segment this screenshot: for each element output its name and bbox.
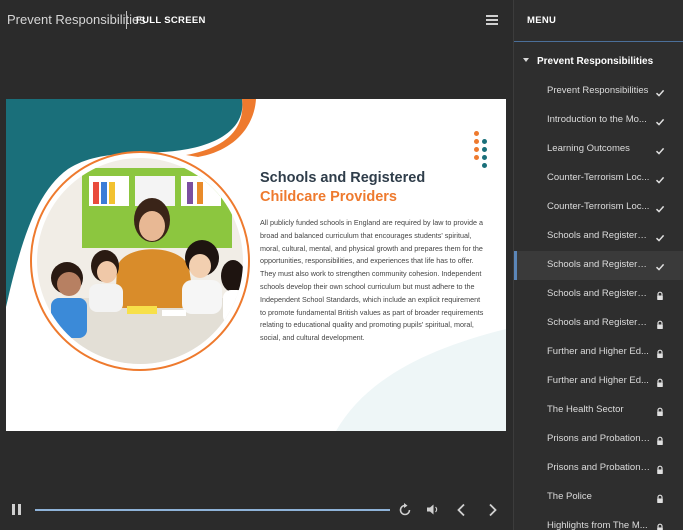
replay-icon[interactable]: [399, 503, 411, 516]
slide-heading-main: Schools and Registered: [260, 170, 426, 186]
lock-icon: [655, 462, 665, 474]
lock-icon: [655, 520, 665, 530]
menu-item[interactable]: Schools and Registered...: [514, 251, 683, 280]
section-label: Prevent Responsibilities: [537, 56, 654, 67]
lock-icon: [655, 491, 665, 503]
progress-bar[interactable]: [35, 509, 390, 511]
menu-item[interactable]: Schools and Registered...: [514, 222, 683, 251]
menu-item[interactable]: Counter-Terrorism Loc...: [514, 164, 683, 193]
check-icon: [655, 230, 665, 242]
course-title: Prevent Responsibilities: [7, 12, 146, 27]
app: Prevent Responsibilities FULL SCREEN Sch…: [0, 0, 683, 530]
menu-item[interactable]: Further and Higher Ed...: [514, 367, 683, 396]
menu-item-label: Learning Outcomes: [547, 143, 630, 154]
menu-item[interactable]: The Health Sector: [514, 396, 683, 425]
menu-item-label: Counter-Terrorism Loc...: [547, 172, 650, 183]
menu-item-label: Introduction to the Mo...: [547, 114, 647, 125]
volume-icon[interactable]: [426, 503, 440, 516]
check-icon: [655, 85, 665, 97]
menu-item[interactable]: Further and Higher Ed...: [514, 338, 683, 367]
pause-icon[interactable]: [12, 504, 22, 515]
menu-list: Prevent Responsibilities Introduction to …: [514, 77, 683, 530]
hamburger-menu-icon[interactable]: [486, 15, 498, 25]
menu-item-label: Schools and Registered...: [547, 230, 651, 241]
menu-item-label: Schools and Registered...: [547, 288, 651, 299]
previous-slide-icon[interactable]: [455, 503, 467, 517]
menu-item-label: Highlights from The M...: [547, 520, 648, 530]
lock-icon: [655, 404, 665, 416]
menu-item[interactable]: Introduction to the Mo...: [514, 106, 683, 135]
menu-item[interactable]: Schools and Registered...: [514, 280, 683, 309]
decorative-dots: [474, 131, 488, 171]
lock-icon: [655, 375, 665, 387]
menu-item-label: Counter-Terrorism Loc...: [547, 201, 650, 212]
menu-item[interactable]: Prisons and Probation -...: [514, 454, 683, 483]
menu-item[interactable]: Schools and Registered...: [514, 309, 683, 338]
menu-item-label: The Police: [547, 491, 592, 502]
menu-item-label: Schools and Registered...: [547, 259, 651, 270]
slide-body-text: All publicly funded schools in England a…: [260, 218, 484, 343]
menu-item-label: The Health Sector: [547, 404, 624, 415]
menu-label: MENU: [527, 15, 557, 26]
check-icon: [655, 259, 665, 271]
fullscreen-button[interactable]: FULL SCREEN: [136, 15, 206, 26]
player-area: Prevent Responsibilities FULL SCREEN Sch…: [0, 0, 513, 530]
lock-icon: [655, 346, 665, 358]
lock-icon: [655, 433, 665, 445]
menu-header: MENU: [514, 0, 683, 42]
title-divider: [126, 11, 127, 29]
check-icon: [655, 172, 665, 184]
section-toggle[interactable]: Prevent Responsibilities: [514, 52, 683, 72]
classroom-photo-frame: [30, 151, 250, 371]
check-icon: [655, 114, 665, 126]
menu-item[interactable]: The Police: [514, 483, 683, 512]
check-icon: [655, 143, 665, 155]
top-bar: Prevent Responsibilities FULL SCREEN: [0, 0, 513, 40]
menu-item[interactable]: Prisons and Probation -...: [514, 425, 683, 454]
slide-heading: Schools and Registered Childcare Provide…: [260, 169, 490, 207]
slide-heading-accent: Childcare Providers: [260, 189, 397, 205]
sidebar-menu: MENU Prevent Responsibilities Prevent Re…: [513, 0, 683, 530]
slide: Schools and Registered Childcare Provide…: [6, 99, 506, 431]
menu-item-label: Further and Higher Ed...: [547, 346, 649, 357]
menu-item-label: Prisons and Probation -...: [547, 433, 651, 444]
classroom-photo: [37, 158, 243, 364]
next-slide-icon[interactable]: [487, 503, 499, 517]
menu-item-label: Prevent Responsibilities: [547, 85, 649, 96]
playback-controls: [0, 495, 513, 530]
menu-item-label: Prisons and Probation -...: [547, 462, 651, 473]
menu-item[interactable]: Learning Outcomes: [514, 135, 683, 164]
menu-item-label: Schools and Registered...: [547, 317, 651, 328]
lock-icon: [655, 288, 665, 300]
menu-item[interactable]: Highlights from The M...: [514, 512, 683, 530]
progress-fill: [35, 509, 390, 511]
menu-item[interactable]: Prevent Responsibilities: [514, 77, 683, 106]
check-icon: [655, 201, 665, 213]
lock-icon: [655, 317, 665, 329]
menu-item[interactable]: Counter-Terrorism Loc...: [514, 193, 683, 222]
menu-item-label: Further and Higher Ed...: [547, 375, 649, 386]
caret-down-icon: [523, 58, 529, 62]
